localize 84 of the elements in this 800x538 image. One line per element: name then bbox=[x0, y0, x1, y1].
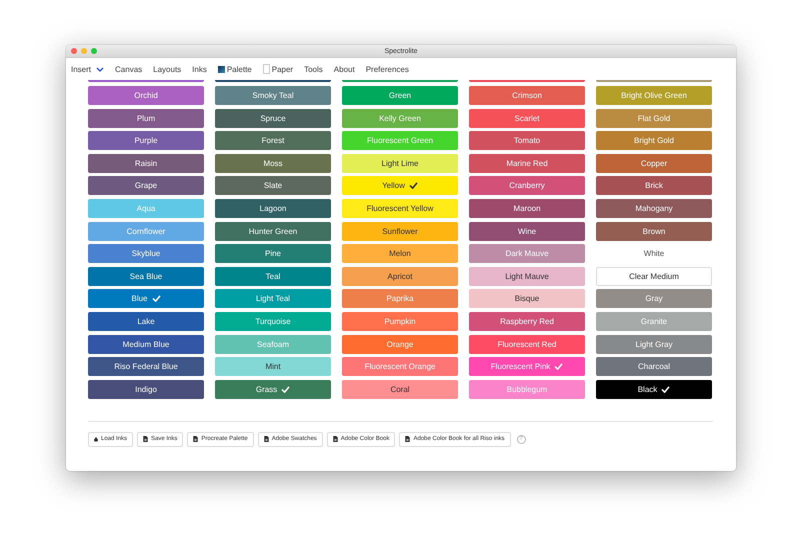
ink-swatch[interactable]: Melon bbox=[342, 244, 458, 264]
ink-swatch[interactable]: Marine Red bbox=[469, 154, 585, 173]
checkmark-icon bbox=[281, 386, 290, 393]
ink-swatch[interactable]: Blue bbox=[88, 289, 204, 308]
blank-square-icon bbox=[262, 64, 270, 74]
ink-swatch[interactable]: Copper bbox=[596, 154, 712, 173]
ink-swatch[interactable]: Charcoal bbox=[596, 357, 712, 376]
ink-swatch[interactable]: Wine bbox=[469, 222, 585, 241]
file-icon bbox=[143, 436, 148, 442]
checkmark-icon bbox=[661, 386, 670, 393]
ink-swatch[interactable]: Fluorescent Pink bbox=[469, 357, 585, 376]
menu-item[interactable]: Layouts bbox=[153, 64, 182, 74]
gradient-square-icon bbox=[218, 66, 225, 72]
ink-swatch[interactable]: Dark Mauve bbox=[469, 244, 585, 264]
close-icon[interactable] bbox=[71, 48, 77, 54]
ink-swatch[interactable]: Bright Gold bbox=[596, 131, 712, 150]
ink-swatch[interactable]: Coral bbox=[342, 380, 458, 399]
ink-swatch[interactable]: Spruce bbox=[215, 108, 331, 128]
ink-swatch[interactable]: Light Teal bbox=[215, 289, 331, 308]
caret-icon bbox=[96, 66, 104, 72]
minimize-icon[interactable] bbox=[81, 48, 87, 54]
ink-swatch[interactable]: Yellow bbox=[342, 176, 458, 196]
ink-swatch[interactable]: Skyblue bbox=[88, 244, 204, 264]
ink-swatch[interactable]: Purple bbox=[88, 131, 204, 150]
ink-swatch[interactable]: Fluorescent Yellow bbox=[342, 198, 458, 218]
menu-item[interactable]: Paper bbox=[262, 64, 294, 74]
menu-item[interactable]: Canvas bbox=[115, 64, 142, 74]
ink-swatch[interactable]: Orchid bbox=[88, 86, 204, 105]
file-icon bbox=[405, 436, 410, 442]
ink-swatch[interactable]: Bisque bbox=[469, 289, 585, 308]
checkmark-icon bbox=[408, 182, 418, 190]
ink-swatch[interactable]: Forest bbox=[215, 131, 331, 150]
ink-swatch[interactable]: Crimson bbox=[469, 86, 585, 105]
menu-item[interactable]: Palette bbox=[218, 64, 252, 74]
file-icon bbox=[264, 436, 269, 442]
zoom-icon[interactable] bbox=[91, 48, 97, 54]
ink-swatch[interactable]: Scarlet bbox=[469, 108, 585, 128]
ink-swatch[interactable]: Light Lime bbox=[342, 154, 458, 173]
ink-swatch[interactable]: Fluorescent Red bbox=[469, 334, 585, 354]
ink-swatch[interactable]: Hunter Green bbox=[215, 222, 331, 241]
menu-item[interactable]: Tools bbox=[304, 64, 323, 74]
ink-swatch[interactable]: Gray bbox=[596, 289, 712, 308]
ink-swatch[interactable]: Clear Medium bbox=[596, 266, 712, 286]
ink-swatch[interactable]: Indigo bbox=[88, 380, 204, 399]
ink-swatch[interactable]: Grass bbox=[215, 380, 331, 399]
ink-swatch[interactable]: Cranberry bbox=[469, 176, 585, 196]
ink-swatch[interactable]: Raspberry Red bbox=[469, 312, 585, 331]
ink-swatch[interactable]: Light Mauve bbox=[469, 266, 585, 286]
ink-swatch[interactable]: Teal bbox=[215, 266, 331, 286]
ink-swatch[interactable]: Plum bbox=[88, 108, 204, 128]
ink-swatch[interactable]: Medium Blue bbox=[88, 334, 204, 354]
file-icon bbox=[332, 436, 338, 442]
ink-swatch[interactable]: Lake bbox=[88, 312, 204, 331]
ink-swatch[interactable]: Orange bbox=[342, 334, 458, 354]
checkmark-icon bbox=[152, 295, 160, 302]
ink-swatch[interactable]: Brick bbox=[596, 176, 712, 196]
ink-swatch[interactable]: Riso Federal Blue bbox=[88, 357, 204, 376]
ink-swatch[interactable]: Pine bbox=[215, 244, 331, 264]
ink-swatch[interactable]: Slate bbox=[215, 176, 331, 196]
menu-item[interactable]: Insert bbox=[71, 64, 104, 74]
ink-swatch[interactable]: Raisin bbox=[88, 154, 204, 173]
ink-swatch[interactable]: Sunflower bbox=[342, 222, 458, 241]
ink-swatch[interactable]: Sea Blue bbox=[88, 266, 204, 286]
file-icon bbox=[193, 436, 198, 442]
ink-swatch[interactable]: Grape bbox=[88, 176, 204, 196]
ink-swatch[interactable]: Turquoise bbox=[215, 312, 331, 331]
ink-swatch[interactable]: Mahogany bbox=[596, 198, 712, 218]
ink-swatch[interactable]: Brown bbox=[596, 222, 712, 241]
ink-swatch[interactable]: Green bbox=[342, 86, 458, 105]
checkmark-icon bbox=[554, 363, 564, 370]
ink-swatch[interactable]: Black bbox=[596, 380, 712, 399]
ink-swatch[interactable]: Moss bbox=[215, 154, 331, 173]
menu-item[interactable]: About bbox=[334, 64, 355, 74]
ink-swatch[interactable]: Smoky Teal bbox=[215, 86, 331, 105]
ink-swatch[interactable]: Flat Gold bbox=[596, 108, 712, 128]
menu-item[interactable]: Inks bbox=[192, 64, 207, 74]
menu-item[interactable]: Preferences bbox=[366, 64, 409, 74]
ink-swatch[interactable]: Tomato bbox=[469, 131, 585, 150]
drop-icon bbox=[94, 436, 98, 442]
ink-swatch[interactable]: Lagoon bbox=[215, 198, 331, 218]
ink-swatch[interactable]: Light Gray bbox=[596, 334, 712, 354]
ink-swatch[interactable]: Mint bbox=[215, 357, 331, 376]
ink-swatch[interactable]: Maroon bbox=[469, 198, 585, 218]
ink-swatch[interactable]: Apricot bbox=[342, 266, 458, 286]
